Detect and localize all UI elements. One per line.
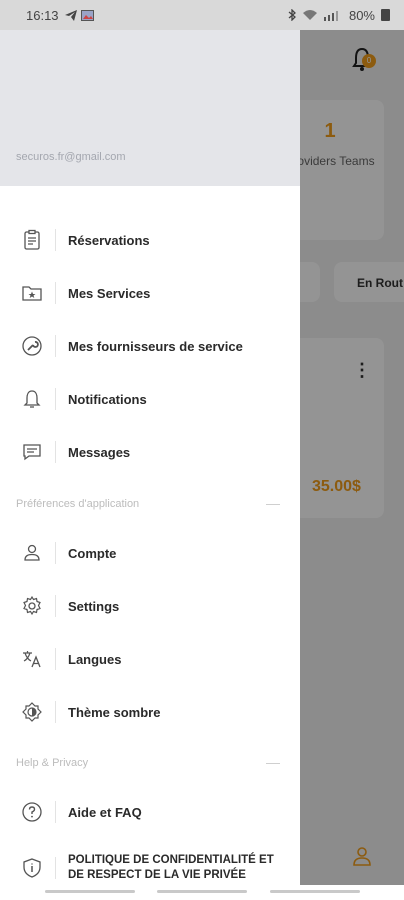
brightness-icon — [20, 700, 44, 724]
menu-label: Aide et FAQ — [68, 804, 142, 820]
folder-star-icon — [20, 281, 44, 305]
menu-item-langues[interactable]: Langues — [0, 639, 300, 679]
menu-label: POLITIQUE DE CONFIDENTIALITÉ ET DE RESPE… — [68, 854, 274, 881]
menu-label: Thème sombre — [68, 704, 161, 720]
menu-label: Mes Services — [68, 285, 151, 301]
user-email: securos.fr@gmail.com — [16, 151, 126, 163]
menu-label: Langues — [68, 651, 122, 667]
menu-item-politique-confidentialite[interactable]: POLITIQUE DE CONFIDENTIALITÉ ET DE RESPE… — [0, 845, 300, 885]
bluetooth-icon — [288, 9, 296, 21]
menu-label: Mes fournisseurs de service — [68, 338, 243, 354]
back-button[interactable] — [270, 890, 360, 893]
telegram-icon — [64, 9, 77, 21]
battery-icon — [381, 9, 390, 21]
bell-icon — [20, 387, 44, 411]
home-button[interactable] — [157, 890, 247, 893]
drawer-header: securos.fr@gmail.com — [0, 30, 300, 186]
signal-icon — [323, 10, 338, 21]
status-time: 16:13 — [26, 7, 59, 23]
person-icon — [20, 541, 44, 565]
translate-icon — [20, 647, 44, 671]
menu-item-mes-services[interactable]: Mes Services — [0, 273, 300, 313]
section-header-preferences[interactable]: Préférences d'application — [16, 495, 280, 513]
collapse-icon — [266, 762, 280, 764]
menu-item-notifications[interactable]: Notifications — [0, 379, 300, 419]
menu-label: Réservations — [68, 232, 150, 248]
collapse-icon — [266, 503, 280, 505]
menu-item-messages[interactable]: Messages — [0, 432, 300, 472]
menu-item-fournisseurs[interactable]: Mes fournisseurs de service — [0, 326, 300, 366]
help-circle-icon — [20, 800, 44, 824]
clipboard-icon — [20, 228, 44, 252]
section-header-help[interactable]: Help & Privacy — [16, 754, 280, 772]
navigation-drawer: securos.fr@gmail.com Réservations Mes Se… — [0, 30, 300, 885]
gallery-icon — [80, 9, 94, 21]
shield-icon — [20, 856, 44, 880]
menu-label: Notifications — [68, 391, 147, 407]
menu-label: Settings — [68, 598, 120, 614]
section-title: Préférences d'application — [16, 498, 140, 510]
menu-item-theme-sombre[interactable]: Thème sombre — [0, 692, 300, 732]
menu-item-compte[interactable]: Compte — [0, 533, 300, 573]
wifi-icon — [302, 9, 317, 20]
section-title: Help & Privacy — [16, 757, 89, 769]
system-navigation-bar — [0, 885, 404, 900]
menu-label: Compte — [68, 545, 117, 561]
menu-label: Messages — [68, 444, 131, 460]
menu-item-settings[interactable]: Settings — [0, 586, 300, 626]
chat-icon — [20, 440, 44, 464]
battery-percent: 80% — [348, 7, 375, 23]
gear-icon — [20, 594, 44, 618]
status-bar: 16:13 80% — [0, 0, 404, 30]
wrench-circle-icon — [20, 334, 44, 358]
recent-apps-button[interactable] — [45, 890, 135, 893]
menu-item-aide-faq[interactable]: Aide et FAQ — [0, 792, 300, 832]
menu-item-reservations[interactable]: Réservations — [0, 220, 300, 260]
